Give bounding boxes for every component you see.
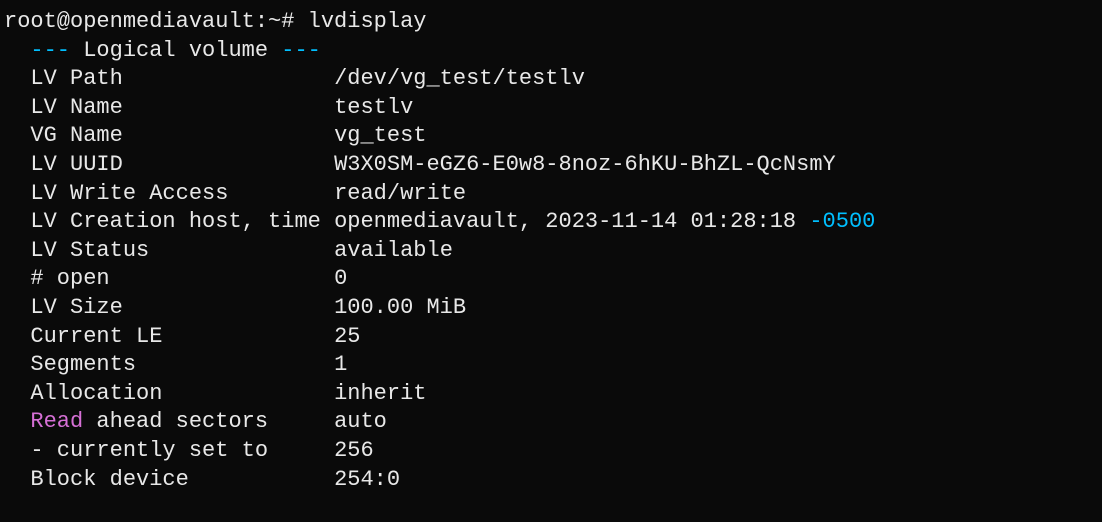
field-lv-path: LV Path /dev/vg_test/testlv <box>4 65 1098 94</box>
header-dashes-left: --- <box>30 38 70 63</box>
value-read-ahead: auto <box>334 409 387 434</box>
prompt-colon: : <box>255 9 268 34</box>
field-read-ahead: Read ahead sectors auto <box>4 408 1098 437</box>
label-lv-write-access: LV Write Access <box>30 181 228 206</box>
field-current-le: Current LE 25 <box>4 323 1098 352</box>
value-block-device: 254:0 <box>334 467 400 492</box>
terminal-prompt-line: root@openmediavault:~# lvdisplay <box>4 8 1098 37</box>
section-header: --- Logical volume --- <box>4 37 1098 66</box>
field-lv-name: LV Name testlv <box>4 94 1098 123</box>
header-dashes-right: --- <box>281 38 321 63</box>
value-lv-size: 100.00 MiB <box>334 295 466 320</box>
value-lv-creation-tz: -0500 <box>809 209 875 234</box>
field-lv-status: LV Status available <box>4 237 1098 266</box>
value-lv-name: testlv <box>334 95 413 120</box>
label-lv-size: LV Size <box>30 295 122 320</box>
prompt-path: ~ <box>268 9 281 34</box>
prompt-symbol: # <box>281 9 294 34</box>
value-allocation: inherit <box>334 381 426 406</box>
field-lv-uuid: LV UUID W3X0SM-eGZ6-E0w8-8noz-6hKU-BhZL-… <box>4 151 1098 180</box>
value-currently-set: 256 <box>334 438 374 463</box>
label-current-le: Current LE <box>30 324 162 349</box>
value-num-open: 0 <box>334 266 347 291</box>
label-segments: Segments <box>30 352 136 377</box>
label-read-ahead-suffix: ahead sectors <box>83 409 268 434</box>
field-lv-creation: LV Creation host, time openmediavault, 2… <box>4 208 1098 237</box>
field-lv-write-access: LV Write Access read/write <box>4 180 1098 209</box>
field-lv-size: LV Size 100.00 MiB <box>4 294 1098 323</box>
label-read-ahead-prefix: Read <box>30 409 83 434</box>
label-currently-set: - currently set to <box>30 438 268 463</box>
field-segments: Segments 1 <box>4 351 1098 380</box>
value-vg-name: vg_test <box>334 123 426 148</box>
command-text: lvdisplay <box>308 9 427 34</box>
value-current-le: 25 <box>334 324 360 349</box>
field-currently-set: - currently set to 256 <box>4 437 1098 466</box>
field-num-open: # open 0 <box>4 265 1098 294</box>
value-lv-write-access: read/write <box>334 181 466 206</box>
value-lv-uuid: W3X0SM-eGZ6-E0w8-8noz-6hKU-BhZL-QcNsmY <box>334 152 836 177</box>
value-lv-status: available <box>334 238 453 263</box>
label-lv-status: LV Status <box>30 238 149 263</box>
label-num-open: # open <box>30 266 109 291</box>
label-vg-name: VG Name <box>30 123 122 148</box>
label-block-device: Block device <box>30 467 188 492</box>
label-allocation: Allocation <box>30 381 162 406</box>
label-lv-uuid: LV UUID <box>30 152 122 177</box>
label-lv-path: LV Path <box>30 66 122 91</box>
label-lv-name: LV Name <box>30 95 122 120</box>
field-allocation: Allocation inherit <box>4 380 1098 409</box>
header-title: Logical volume <box>83 38 268 63</box>
value-lv-creation: openmediavault, 2023-11-14 01:28:18 <box>334 209 796 234</box>
value-lv-path: /dev/vg_test/testlv <box>334 66 585 91</box>
field-block-device: Block device 254:0 <box>4 466 1098 495</box>
label-lv-creation: LV Creation host, time <box>30 209 320 234</box>
prompt-user-host: root@openmediavault <box>4 9 255 34</box>
field-vg-name: VG Name vg_test <box>4 122 1098 151</box>
value-segments: 1 <box>334 352 347 377</box>
